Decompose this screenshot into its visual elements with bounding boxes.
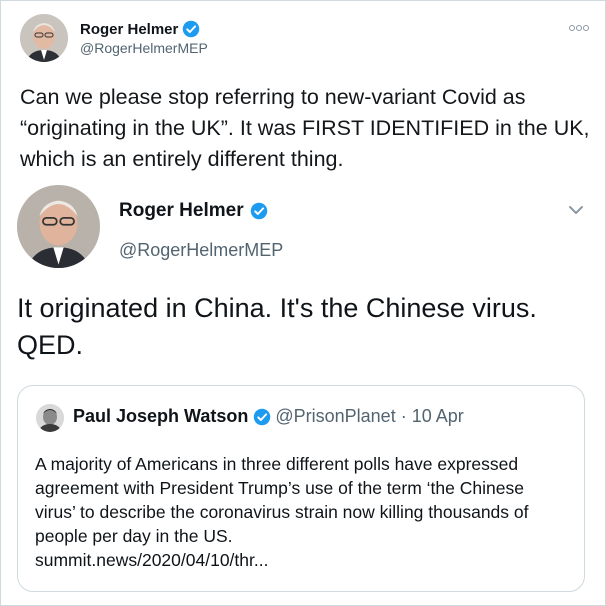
quoted-tweet-body: A majority of Americans in three differe… [35, 452, 565, 572]
embedded-author-handle[interactable]: @RogerHelmerMEP [119, 240, 283, 261]
more-options-icon[interactable] [568, 20, 589, 34]
verified-badge-icon [253, 408, 271, 426]
separator-dot: · [400, 406, 407, 426]
embedded-author-name[interactable]: Roger Helmer [119, 200, 244, 222]
embedded-author-name-row[interactable]: Roger Helmer [119, 200, 268, 222]
quoted-tweet-header: Paul Joseph Watson @PrisonPlanet · 10 Ap… [73, 406, 464, 427]
author-name[interactable]: Roger Helmer [80, 21, 178, 38]
embedded-tweet-text: It originated in China. It's the Chinese… [17, 293, 537, 360]
chevron-down-icon[interactable] [566, 200, 586, 220]
quoted-tweet-card[interactable]: Paul Joseph Watson @PrisonPlanet · 10 Ap… [17, 385, 585, 592]
embedded-author-avatar[interactable] [17, 185, 100, 268]
quoted-author-handle[interactable]: @PrisonPlanet [275, 406, 395, 427]
quoted-tweet-link[interactable]: summit.news/2020/04/10/thr... [35, 548, 565, 572]
quoted-timestamp[interactable]: 10 Apr [412, 406, 464, 427]
quoted-tweet-text: A majority of Americans in three differe… [35, 454, 529, 546]
author-name-row[interactable]: Roger Helmer [80, 20, 200, 38]
author-avatar[interactable] [20, 14, 68, 62]
author-handle[interactable]: @RogerHelmerMEP [80, 40, 208, 56]
tweet-text: Can we please stop referring to new-vari… [20, 85, 590, 171]
quoted-author-avatar[interactable] [36, 404, 64, 432]
verified-badge-icon [182, 20, 200, 38]
verified-badge-icon [250, 202, 268, 220]
quoted-author-name[interactable]: Paul Joseph Watson [73, 406, 248, 427]
